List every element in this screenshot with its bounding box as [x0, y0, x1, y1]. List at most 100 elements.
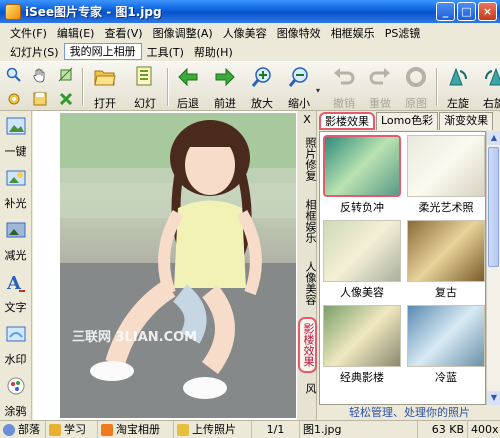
status-filesize: 63 KB: [418, 420, 468, 438]
effects-panel: X 照片修复 相框娱乐 人像美容 影楼效果 风 影楼效果 Lomo色彩 渐变效果…: [298, 111, 500, 420]
effect-thumbnail: [323, 220, 401, 282]
settings-icon[interactable]: [6, 91, 22, 107]
menu-image-adjust[interactable]: 图像调整(A): [148, 25, 218, 41]
portrait-photo-image: [60, 113, 296, 418]
menu-image-effects[interactable]: 图像特效: [272, 25, 326, 41]
slideshow-label: 幻灯: [134, 97, 156, 110]
menu-edit[interactable]: 编辑(E): [52, 25, 100, 41]
menu-portrait-beauty[interactable]: 人像美容: [218, 25, 272, 41]
save-icon[interactable]: [32, 91, 48, 107]
fill-light-label: 补光: [4, 197, 27, 210]
effect-classic-studio[interactable]: 经典影楼: [320, 302, 404, 386]
vtab-more[interactable]: 风: [298, 379, 317, 398]
original-label: 原图: [405, 97, 427, 110]
menu-ps-filters[interactable]: PS滤镜: [380, 25, 426, 41]
effect-portrait-beauty[interactable]: 人像美容: [320, 217, 404, 301]
quick-tools: [0, 62, 80, 112]
vtab-portrait-beauty[interactable]: 人像美容: [298, 257, 317, 309]
forward-button[interactable]: 前进: [205, 65, 245, 110]
learn-icon: [49, 423, 61, 436]
effects-scrollbar[interactable]: ▲ ▼: [486, 131, 500, 405]
panel-close-button[interactable]: X: [298, 111, 316, 129]
app-window: iSee图片专家 - 图1.jpg _ □ × 文件(F) 编辑(E) 查看(V…: [0, 0, 500, 438]
minimize-button[interactable]: _: [436, 2, 455, 21]
app-icon: [5, 3, 21, 20]
zoom-in-button[interactable]: 放大: [242, 65, 282, 110]
image-viewer[interactable]: 三联网 3LIAN.COM: [33, 111, 297, 420]
back-label: 后退: [177, 97, 199, 110]
reduce-light-button[interactable]: 减光: [0, 215, 31, 267]
reduce-light-icon: [6, 222, 25, 238]
undo-button[interactable]: 撤销: [324, 65, 364, 110]
close-button[interactable]: ×: [478, 2, 497, 21]
doodle-label: 涂鸦: [4, 405, 27, 418]
effect-soft-light[interactable]: 柔光艺术照: [404, 132, 485, 216]
rotate-right-button[interactable]: 右旋: [474, 65, 500, 110]
menu-frames-fun[interactable]: 相框娱乐: [326, 25, 380, 41]
photo[interactable]: 三联网 3LIAN.COM: [60, 113, 296, 418]
effect-reverse-negative[interactable]: 反转负冲: [320, 132, 404, 216]
effect-vintage[interactable]: 复古: [404, 217, 485, 301]
tab-lomo-color[interactable]: Lomo色彩: [376, 112, 439, 130]
one-click-button[interactable]: 一键: [0, 111, 31, 163]
delete-icon[interactable]: [58, 91, 74, 107]
zoom-out-icon: [288, 67, 308, 87]
tab-gradient-effects[interactable]: 渐变效果: [439, 112, 494, 130]
menu-bar: 文件(F) 编辑(E) 查看(V) 图像调整(A) 人像美容 图像特效 相框娱乐…: [0, 23, 500, 61]
menu-file[interactable]: 文件(F): [5, 25, 52, 41]
vtab-photo-repair[interactable]: 照片修复: [298, 133, 317, 185]
watermark-button[interactable]: 水印: [0, 319, 31, 371]
effect-thumbnail: [323, 305, 401, 367]
zoom-out-button[interactable]: 缩小: [279, 65, 319, 110]
vtab-studio-effects[interactable]: 影楼效果: [298, 317, 317, 373]
effect-thumbnail: [323, 135, 401, 197]
menu-view[interactable]: 查看(V): [99, 25, 147, 41]
menu-tools[interactable]: 工具(T): [142, 44, 189, 60]
redo-label: 重做: [369, 97, 391, 110]
effect-label: 柔光艺术照: [418, 201, 474, 214]
menu-slideshow[interactable]: 幻灯片(S): [5, 44, 64, 60]
status-upload[interactable]: 上传照片: [174, 420, 252, 438]
status-taobao-album[interactable]: 淘宝相册: [98, 420, 174, 438]
open-button[interactable]: 打开: [85, 65, 125, 110]
zoom-dropdown-icon[interactable]: ▾: [316, 86, 320, 95]
hand-tool-icon[interactable]: [32, 67, 48, 83]
zoom-in-label: 放大: [251, 97, 273, 110]
panel-footer-link[interactable]: 轻松管理、处理你的照片: [319, 405, 500, 420]
status-tribe[interactable]: 部落: [0, 420, 46, 438]
effect-subtabs: 影楼效果 Lomo色彩 渐变效果: [319, 112, 494, 131]
maximize-button[interactable]: □: [457, 2, 476, 21]
folder-open-icon: [94, 70, 116, 86]
text-icon: A: [6, 273, 25, 294]
scrollbar-thumb[interactable]: [488, 147, 499, 267]
crop-tool-icon[interactable]: [58, 67, 74, 83]
text-button[interactable]: A 文字: [0, 267, 31, 319]
menu-online-album[interactable]: 我的网上相册: [63, 43, 142, 60]
rotate-left-button[interactable]: 左旋: [438, 65, 478, 110]
doodle-icon: [7, 377, 24, 395]
effect-label: 人像美容: [340, 286, 384, 299]
original-button[interactable]: 原图: [396, 65, 436, 110]
rotate-left-label: 左旋: [447, 97, 469, 110]
photo-watermark: 三联网 3LIAN.COM: [72, 330, 198, 345]
back-button[interactable]: 后退: [168, 65, 208, 110]
vtab-frames-fun[interactable]: 相框娱乐: [298, 195, 317, 247]
undo-icon: [334, 68, 355, 85]
zoom-out-label: 缩小: [288, 97, 310, 110]
doodle-button[interactable]: 涂鸦: [0, 371, 31, 423]
scroll-down-icon[interactable]: ▼: [487, 391, 500, 405]
status-tribe-label: 部落: [18, 423, 40, 436]
magnify-icon[interactable]: [6, 67, 22, 83]
menu-help[interactable]: 帮助(H): [189, 44, 238, 60]
redo-button[interactable]: 重做: [360, 65, 400, 110]
toolbar-separator: [82, 68, 84, 106]
status-learn[interactable]: 学习: [46, 420, 98, 438]
scroll-up-icon[interactable]: ▲: [487, 131, 500, 145]
tab-studio-effects[interactable]: 影楼效果: [319, 112, 375, 130]
effect-cool-blue[interactable]: 冷蓝: [404, 302, 485, 386]
slideshow-button[interactable]: 幻灯: [125, 65, 165, 110]
effects-grid: 反转负冲 柔光艺术照 人像美容 复古 经典影楼 冷蓝: [319, 131, 486, 405]
fill-light-button[interactable]: 补光: [0, 163, 31, 215]
status-filename: 图1.jpg: [300, 420, 418, 438]
one-click-icon: [6, 117, 25, 135]
